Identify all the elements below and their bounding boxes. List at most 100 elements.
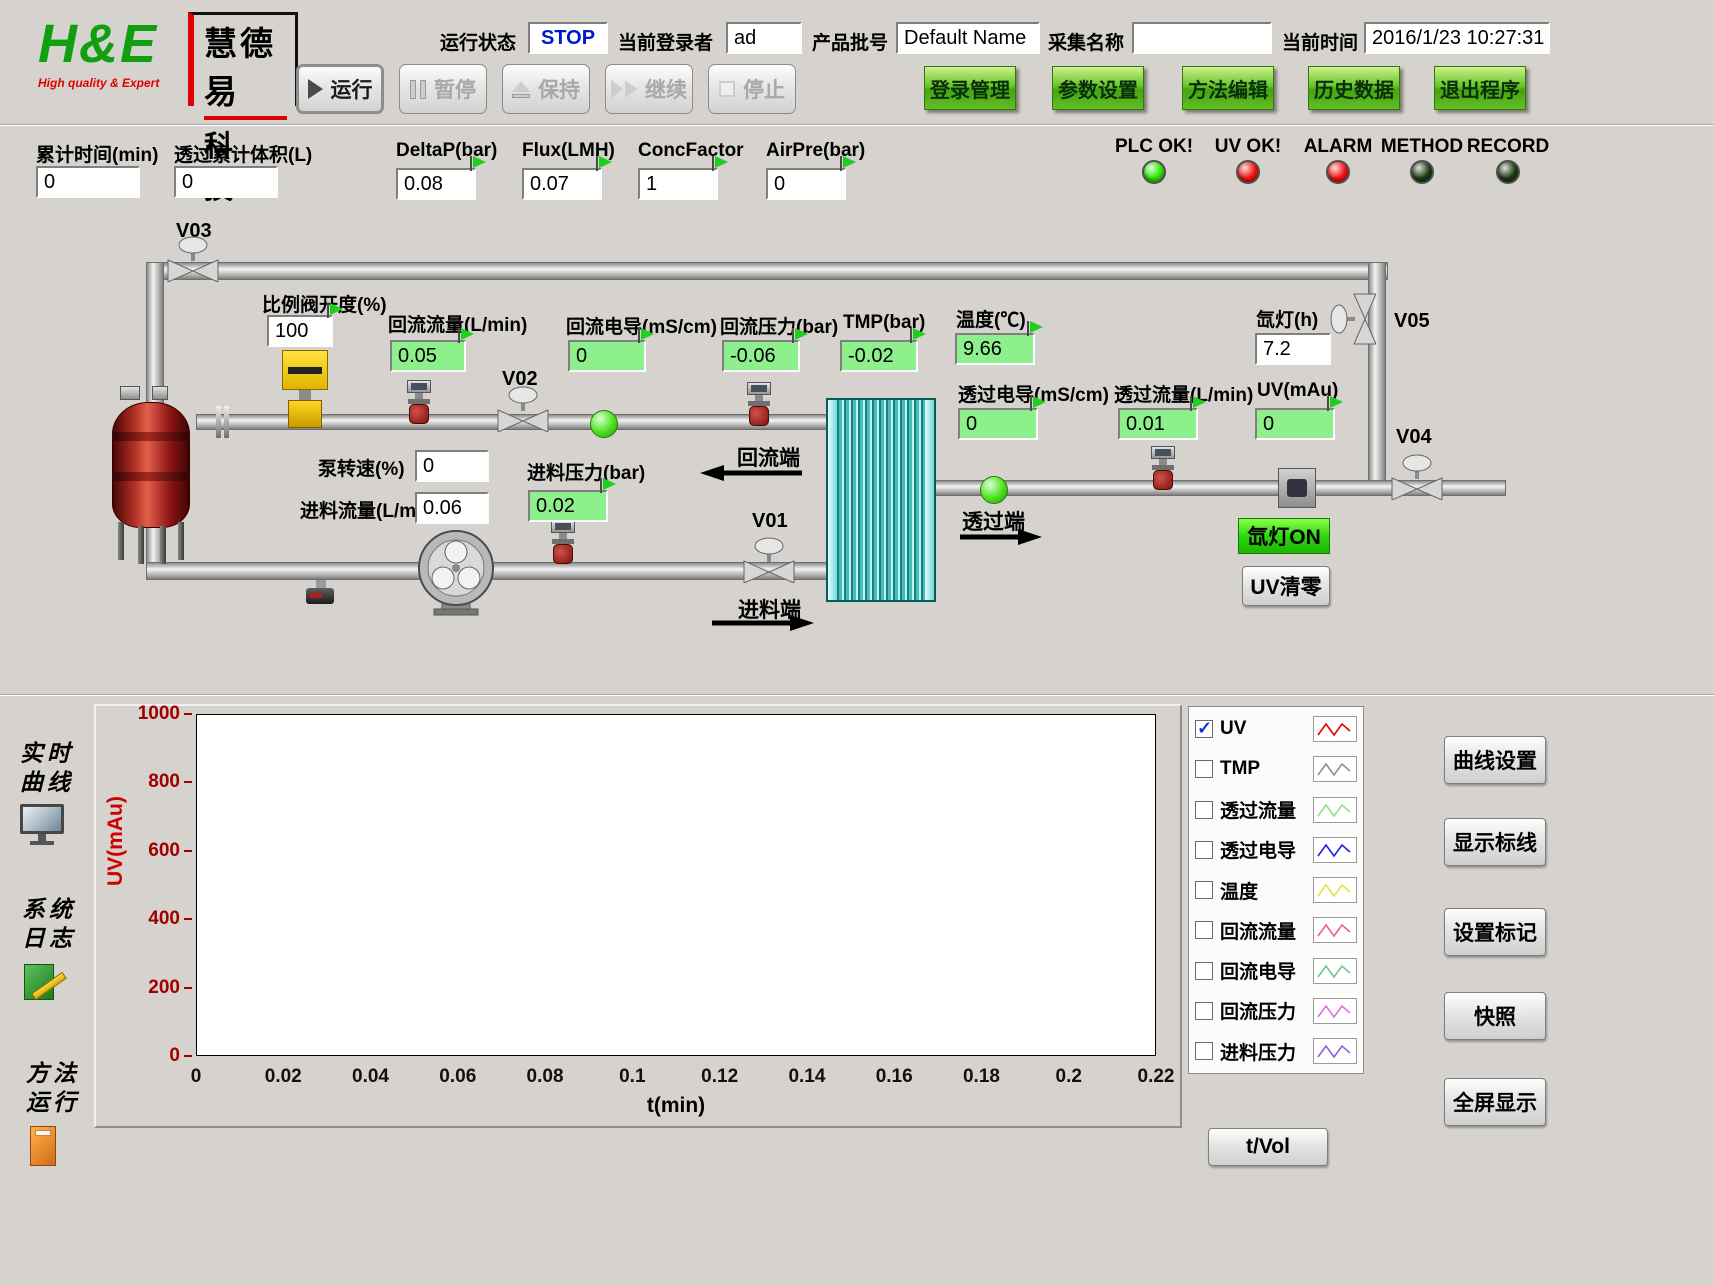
- x-tick: 0: [191, 1066, 202, 1088]
- logo-tagline: High quality & Expert: [38, 76, 159, 90]
- sidebar-text: 方法: [26, 1061, 80, 1086]
- airpre-field[interactable]: 0: [766, 168, 846, 200]
- legend-checkbox-2[interactable]: [1195, 801, 1213, 819]
- total-time-field: 0: [36, 166, 140, 198]
- sidebar-item-label: 方法 运行: [26, 1060, 80, 1118]
- x-tick: 0.18: [963, 1066, 1000, 1088]
- log-book-icon: [22, 960, 70, 1006]
- pause-button[interactable]: 暂停: [399, 64, 487, 114]
- sidebar-text: 运行: [26, 1090, 80, 1115]
- login-management-button[interactable]: 登录管理: [924, 66, 1016, 110]
- legend-row-tmp: TMP: [1195, 751, 1357, 787]
- exit-program-button[interactable]: 退出程序: [1434, 66, 1526, 110]
- x-tick: 0.08: [527, 1066, 564, 1088]
- t-vol-toggle-button[interactable]: t/Vol: [1208, 1128, 1328, 1166]
- concfactor-label: ConcFactor: [638, 140, 744, 162]
- run-button-label: 运行: [331, 74, 373, 104]
- temperature-label: 温度(℃): [956, 305, 1026, 332]
- legend-line-icon[interactable]: [1313, 756, 1357, 782]
- x-tick: 0.04: [352, 1066, 389, 1088]
- y-tick: 600: [148, 840, 192, 862]
- legend-checkbox-0[interactable]: [1195, 720, 1213, 738]
- stop-button[interactable]: 停止: [708, 64, 796, 114]
- legend-checkbox-6[interactable]: [1195, 962, 1213, 980]
- sidebar-item-realtime-curve[interactable]: 实时 曲线: [20, 740, 74, 848]
- x-tick: 0.02: [265, 1066, 302, 1088]
- legend-checkbox-7[interactable]: [1195, 1002, 1213, 1020]
- legend-line-icon[interactable]: [1313, 716, 1357, 742]
- xenon-hours-field[interactable]: 7.2: [1255, 333, 1331, 365]
- pump-speed-field[interactable]: 0: [415, 450, 489, 482]
- history-data-button[interactable]: 历史数据: [1308, 66, 1400, 110]
- continue-button[interactable]: 继续: [605, 64, 693, 114]
- legend-label: 透过流量: [1220, 796, 1306, 823]
- flux-field[interactable]: 0.07: [522, 168, 602, 200]
- legend-line-icon[interactable]: [1313, 958, 1357, 984]
- play-icon: [308, 79, 323, 99]
- valve-v03: [166, 236, 220, 282]
- curve-settings-button[interactable]: 曲线设置: [1444, 736, 1546, 784]
- prop-valve-field[interactable]: 100: [267, 315, 333, 347]
- legend-checkbox-1[interactable]: [1195, 760, 1213, 778]
- tank-fitting: [152, 386, 168, 400]
- tank-leg: [118, 522, 124, 560]
- snapshot-button[interactable]: 快照: [1444, 992, 1546, 1040]
- set-marker-button[interactable]: 设置标记: [1444, 908, 1546, 956]
- concfactor-field[interactable]: 1: [638, 168, 718, 200]
- feed-flow-field[interactable]: 0.06: [415, 492, 489, 524]
- logo: H&E High quality & Expert 慧德易 科 技: [38, 10, 298, 114]
- hold-button[interactable]: 保持: [502, 64, 590, 114]
- alarm-led: [1326, 160, 1350, 184]
- tank-band: [114, 472, 188, 481]
- feed-pressure-sensor: [550, 520, 576, 564]
- y-tick: 200: [148, 977, 192, 999]
- temperature-field: 9.66: [955, 333, 1035, 365]
- tank-leg: [160, 526, 166, 564]
- legend-checkbox-5[interactable]: [1195, 921, 1213, 939]
- y-tick: 400: [148, 908, 192, 930]
- legend-line-icon[interactable]: [1313, 877, 1357, 903]
- legend-line-icon[interactable]: [1313, 1038, 1357, 1064]
- total-volume-field: 0: [174, 166, 278, 198]
- valve-v01: [742, 537, 796, 583]
- x-tick: 0.14: [788, 1066, 825, 1088]
- legend-label: UV: [1220, 718, 1306, 740]
- legend-line-icon[interactable]: [1313, 998, 1357, 1024]
- deltap-field[interactable]: 0.08: [396, 168, 476, 200]
- legend-checkbox-3[interactable]: [1195, 841, 1213, 859]
- uv-detector: [1278, 468, 1316, 508]
- legend-label: 温度: [1220, 877, 1306, 904]
- legend-label: 回流流量: [1220, 917, 1306, 944]
- sidebar-item-method-run[interactable]: 方法 运行: [26, 1060, 80, 1170]
- batch-field[interactable]: Default Name: [896, 22, 1040, 54]
- airpre-label: AirPre(bar): [766, 140, 865, 162]
- legend-label: TMP: [1220, 758, 1306, 780]
- valve-v05-label: V05: [1394, 310, 1430, 333]
- uv-value-field: 0: [1255, 408, 1335, 440]
- y-tick: 0: [169, 1045, 192, 1067]
- legend-checkbox-8[interactable]: [1195, 1042, 1213, 1060]
- y-axis-ticks: 1000 800 600 400 200 0: [120, 714, 192, 1056]
- legend-checkbox-4[interactable]: [1195, 881, 1213, 899]
- feed-tank: [112, 402, 190, 528]
- run-button[interactable]: 运行: [296, 64, 384, 114]
- show-marker-line-button[interactable]: 显示标线: [1444, 818, 1546, 866]
- legend-line-icon[interactable]: [1313, 917, 1357, 943]
- fullscreen-button[interactable]: 全屏显示: [1444, 1078, 1546, 1126]
- parameter-settings-button[interactable]: 参数设置: [1052, 66, 1144, 110]
- legend-line-icon[interactable]: [1313, 797, 1357, 823]
- uv-zero-button[interactable]: UV清零: [1242, 566, 1330, 606]
- collect-field[interactable]: [1132, 22, 1272, 54]
- user-field[interactable]: ad: [726, 22, 802, 54]
- total-volume-label: 透过累计体积(L): [174, 140, 312, 167]
- tank-fitting: [120, 386, 140, 400]
- reflux-flow-label: 回流流量(L/min): [388, 310, 527, 337]
- method-edit-button[interactable]: 方法编辑: [1182, 66, 1274, 110]
- reflux-pressure-label: 回流压力(bar): [720, 312, 838, 339]
- continue-button-label: 继续: [645, 74, 687, 104]
- sidebar-item-system-log[interactable]: 系统 日志: [22, 896, 76, 1006]
- record-led: [1496, 160, 1520, 184]
- hold-button-label: 保持: [538, 74, 580, 104]
- xenon-on-button[interactable]: 氙灯ON: [1238, 518, 1330, 554]
- legend-line-icon[interactable]: [1313, 837, 1357, 863]
